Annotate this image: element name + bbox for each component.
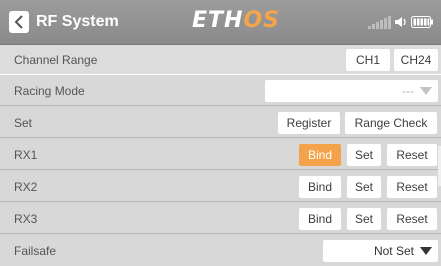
rx3-row: RX3 Bind Set Reset [0,204,441,234]
page-title: RF System [36,13,119,30]
chevron-left-icon [14,15,23,29]
channel-range-label: Channel Range [14,53,98,67]
racing-mode-select[interactable]: --- [265,80,438,102]
rx3-reset-button[interactable]: Reset [387,208,437,230]
rx3-label: RX3 [14,212,38,226]
rx1-bind-button[interactable]: Bind [299,144,341,166]
speaker-icon [395,17,406,27]
rx2-set-button[interactable]: Set [347,176,381,198]
triangle-down-icon [420,247,432,255]
register-button[interactable]: Register [278,112,340,134]
rx1-reset-button[interactable]: Reset [387,144,437,166]
ethos-logo: ETHOS [192,9,280,33]
failsafe-select[interactable]: Not Set [323,240,438,262]
title-bar: RF System ETHOS [0,0,441,45]
signal-bars-icon [368,15,391,29]
rx2-row: RX2 Bind Set Reset [0,172,441,202]
set-row: Set Register Range Check [0,108,441,138]
rx2-reset-button[interactable]: Reset [387,176,437,198]
status-icons [368,13,433,31]
failsafe-value: Not Set [373,244,414,258]
racing-mode-row: Racing Mode --- [0,76,441,106]
rx2-label: RX2 [14,180,38,194]
set-label: Set [14,116,33,130]
failsafe-row: Failsafe Not Set [0,236,441,266]
rx1-label: RX1 [14,148,38,162]
rx1-set-button[interactable]: Set [347,144,381,166]
channel-end-field[interactable]: CH24 [394,49,438,71]
range-check-button[interactable]: Range Check [345,112,437,134]
rx2-bind-button[interactable]: Bind [299,176,341,198]
rx3-bind-button[interactable]: Bind [299,208,341,230]
logo-main: ETH [192,8,244,33]
racing-mode-value: --- [402,84,414,98]
channel-range-row: Channel Range CH1 CH24 [0,45,441,75]
logo-accent: OS [243,8,280,33]
failsafe-label: Failsafe [14,244,57,258]
rx1-row: RX1 Bind Set Reset [0,140,441,170]
battery-icon [411,16,433,28]
triangle-down-icon [420,87,432,95]
channel-start-field[interactable]: CH1 [346,49,390,71]
rx3-set-button[interactable]: Set [347,208,381,230]
racing-mode-label: Racing Mode [14,84,85,98]
back-button[interactable] [9,11,29,33]
